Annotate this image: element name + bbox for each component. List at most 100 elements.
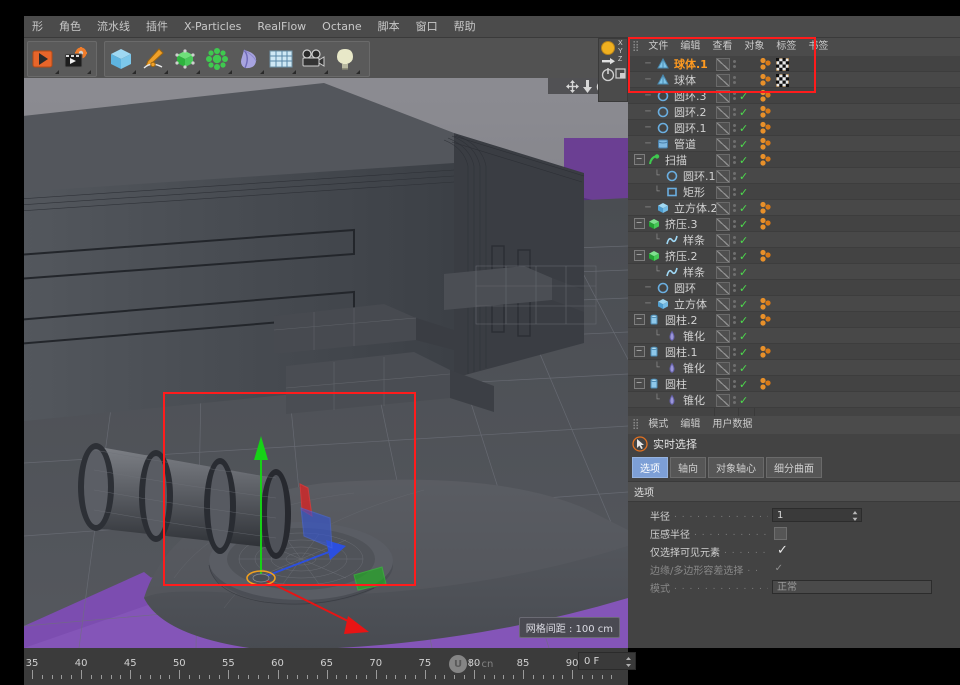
layer-swatch[interactable] — [716, 362, 730, 375]
layer-swatch[interactable] — [716, 106, 730, 119]
attribute-tab-0[interactable]: 选项 — [632, 457, 668, 478]
nurbs-generator-icon[interactable] — [169, 43, 201, 75]
object-name[interactable]: 圆柱.2 — [662, 312, 960, 328]
visibility-dots[interactable] — [733, 380, 736, 388]
layer-swatch[interactable] — [716, 330, 730, 343]
cube-primitive-icon[interactable] — [105, 43, 137, 75]
toolbar-group-render[interactable] — [27, 41, 97, 77]
attribute-text-value[interactable]: 正常 — [772, 580, 932, 594]
layer-swatch[interactable] — [716, 234, 730, 247]
object-manager-menu[interactable]: ⣿ 文件编辑查看对象标签书签 — [628, 38, 960, 56]
object-row-columns[interactable]: ✓ — [716, 216, 748, 232]
menu-item-5[interactable]: RealFlow — [249, 17, 314, 37]
dot-tags-icon[interactable] — [758, 105, 774, 119]
menu-item-2[interactable]: 流水线 — [89, 17, 138, 37]
layer-swatch[interactable] — [716, 138, 730, 151]
dot-tags-icon[interactable] — [758, 89, 774, 103]
object-row-columns[interactable]: ✓ — [716, 312, 748, 328]
object-row-columns[interactable]: ✓ — [716, 264, 748, 280]
dot-tags-icon[interactable] — [758, 153, 774, 167]
stepper-icon[interactable] — [852, 511, 858, 521]
attribute-tabs[interactable]: 选项轴向对象轴心细分曲面 — [628, 454, 960, 481]
camera-icon[interactable] — [297, 43, 329, 75]
light-icon[interactable] — [329, 43, 361, 75]
enabled-check-icon[interactable]: ✓ — [739, 331, 748, 342]
dot-tags-icon[interactable] — [758, 377, 774, 391]
attribute-row[interactable]: 模式. . . . . . . . . . . . . . 正常 — [628, 578, 960, 596]
object-row[interactable]: − 挤压.3✓ — [628, 216, 960, 232]
visibility-dots[interactable] — [733, 108, 736, 116]
objmgr-menu-2[interactable]: 查看 — [706, 38, 738, 56]
object-name[interactable]: 管道 — [671, 136, 960, 152]
object-row-columns[interactable]: ✓ — [716, 168, 748, 184]
enabled-check-icon[interactable]: ✓ — [739, 219, 748, 230]
attribute-tab-3[interactable]: 细分曲面 — [766, 457, 822, 478]
visibility-dots[interactable] — [733, 300, 736, 308]
object-row[interactable]: ─ 立方体✓ — [628, 296, 960, 312]
object-row[interactable]: └圆环.1✓ — [628, 168, 960, 184]
object-row-columns[interactable]: ✓ — [716, 296, 748, 312]
menu-item-9[interactable]: 帮助 — [446, 17, 484, 37]
attrmgr-menu-2[interactable]: 用户数据 — [706, 416, 758, 434]
object-row-columns[interactable]: ✓ — [716, 392, 748, 408]
object-row[interactable]: └样条✓ — [628, 264, 960, 280]
menu-item-4[interactable]: X-Particles — [176, 17, 249, 37]
dot-tags-icon[interactable] — [758, 121, 774, 135]
attribute-rows[interactable]: 半径. . . . . . . . . . . . . . 1压感半径. . .… — [628, 502, 960, 596]
attrmgr-menu-0[interactable]: 模式 — [642, 416, 674, 434]
object-tags[interactable] — [758, 56, 789, 72]
deformer-icon[interactable] — [233, 43, 265, 75]
visibility-dots[interactable] — [733, 364, 736, 372]
object-row-columns[interactable]: ✓ — [716, 104, 748, 120]
enabled-check-icon[interactable]: ✓ — [739, 107, 748, 118]
dot-tags-icon[interactable] — [758, 73, 774, 87]
layer-swatch[interactable] — [716, 202, 730, 215]
object-name[interactable]: 立方体 — [671, 296, 960, 312]
objmgr-menu-4[interactable]: 标签 — [770, 38, 802, 56]
current-frame-field[interactable]: 0 F — [578, 652, 636, 670]
enabled-check-icon[interactable]: ✓ — [739, 379, 748, 390]
move-icon[interactable] — [566, 80, 579, 93]
expand-toggle[interactable]: − — [632, 218, 646, 229]
enabled-check-icon[interactable]: ✓ — [739, 235, 748, 246]
object-tags[interactable] — [758, 248, 774, 264]
material-tag-icon[interactable] — [776, 58, 789, 71]
object-row-columns[interactable]: ✓ — [716, 184, 748, 200]
dot-tags-icon[interactable] — [758, 201, 774, 215]
attribute-row[interactable]: 仅选择可见元素. . . . . . ✓ — [628, 542, 960, 560]
object-name[interactable]: 球体 — [671, 72, 960, 88]
object-row-columns[interactable]: ✓ — [716, 136, 748, 152]
objmgr-menu-5[interactable]: 书签 — [802, 38, 834, 56]
visibility-dots[interactable] — [733, 92, 736, 100]
attribute-manager-menu[interactable]: ⣿ 模式编辑用户数据 — [628, 416, 960, 434]
object-row[interactable]: − 圆柱.1✓ — [628, 344, 960, 360]
toolbar-group-primitives[interactable] — [104, 41, 370, 77]
object-row-columns[interactable]: ✓ — [716, 344, 748, 360]
object-name[interactable]: 圆环.2 — [671, 104, 960, 120]
layer-swatch[interactable] — [716, 186, 730, 199]
object-tags[interactable] — [758, 136, 774, 152]
enabled-check-icon[interactable]: ✓ — [739, 315, 748, 326]
object-tags[interactable] — [758, 104, 774, 120]
object-name[interactable]: 圆柱 — [662, 376, 960, 392]
object-row[interactable]: ─圆环.3✓ — [628, 88, 960, 104]
object-row-columns[interactable]: ✓ — [716, 88, 748, 104]
objmgr-menu-0[interactable]: 文件 — [642, 38, 674, 56]
layer-swatch[interactable] — [716, 394, 730, 407]
layer-swatch[interactable] — [716, 170, 730, 183]
dot-tags-icon[interactable] — [758, 345, 774, 359]
expand-toggle[interactable]: − — [632, 378, 646, 389]
layer-swatch[interactable] — [716, 154, 730, 167]
object-manager-grip[interactable]: ⣿ — [628, 38, 642, 56]
object-row[interactable]: └锥化✓ — [628, 328, 960, 344]
object-name[interactable]: 圆环.1 — [671, 120, 960, 136]
main-menu-bar[interactable]: 形角色流水线插件X-ParticlesRealFlowOctane脚本窗口帮助 — [24, 16, 960, 38]
attribute-checkbox[interactable] — [774, 527, 787, 540]
enabled-check-icon[interactable]: ✓ — [739, 155, 748, 166]
expand-toggle[interactable]: − — [632, 154, 646, 165]
visibility-dots[interactable] — [733, 252, 736, 260]
object-row[interactable]: ─ 管道✓ — [628, 136, 960, 152]
object-row[interactable]: └锥化✓ — [628, 360, 960, 376]
layer-swatch[interactable] — [716, 314, 730, 327]
layer-swatch[interactable] — [716, 218, 730, 231]
